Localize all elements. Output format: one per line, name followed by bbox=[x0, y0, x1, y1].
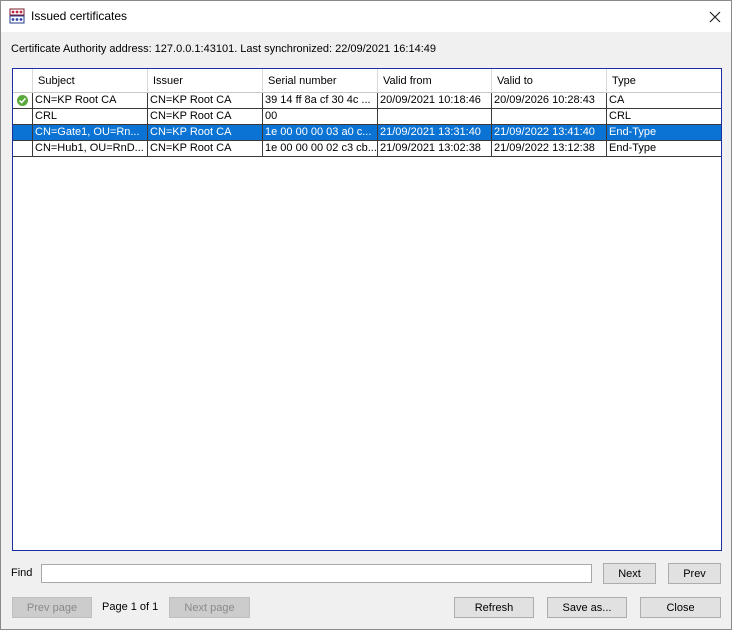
certificates-table[interactable]: Subject Issuer Serial number Valid from … bbox=[12, 68, 722, 551]
row-status-cell bbox=[13, 93, 33, 108]
table-row-selected[interactable]: CN=Gate1, OU=Rn... CN=KP Root CA 1e 00 0… bbox=[13, 125, 721, 141]
certificate-app-icon bbox=[9, 8, 25, 24]
column-header-type[interactable]: Type bbox=[607, 69, 721, 93]
save-as-button[interactable]: Save as... bbox=[547, 597, 627, 618]
column-header-serial-number[interactable]: Serial number bbox=[263, 69, 378, 93]
valid-from-cell: 20/09/2021 10:18:46 bbox=[378, 93, 492, 108]
subject-cell: CN=Hub1, OU=RnD... bbox=[33, 141, 148, 156]
table-row[interactable]: CN=KP Root CA CN=KP Root CA 39 14 ff 8a … bbox=[13, 93, 721, 109]
valid-to-cell: 21/09/2022 13:41:40 bbox=[492, 125, 607, 140]
valid-to-cell: 21/09/2022 13:12:38 bbox=[492, 141, 607, 156]
type-cell: CRL bbox=[609, 110, 632, 122]
serial-number-cell: 00 bbox=[263, 109, 378, 124]
subject-cell: CRL bbox=[33, 109, 148, 124]
check-circle-icon bbox=[17, 95, 28, 106]
serial-number-cell: 39 14 ff 8a cf 30 4c ... bbox=[263, 93, 378, 108]
find-label: Find bbox=[11, 567, 33, 579]
issuer-cell: CN=KP Root CA bbox=[148, 93, 263, 108]
row-status-cell bbox=[13, 141, 33, 156]
column-header-status[interactable] bbox=[13, 69, 33, 93]
ca-info-text: Certificate Authority address: 127.0.0.1… bbox=[11, 43, 437, 55]
serial-number-cell: 1e 00 00 00 03 a0 c... bbox=[263, 125, 378, 140]
issuer-cell: CN=KP Root CA bbox=[148, 141, 263, 156]
prev-button[interactable]: Prev bbox=[668, 563, 721, 584]
table-row[interactable]: CRL CN=KP Root CA 00 CRL bbox=[13, 109, 721, 125]
table-row[interactable]: CN=Hub1, OU=RnD... CN=KP Root CA 1e 00 0… bbox=[13, 141, 721, 157]
page-indicator: Page 1 of 1 bbox=[102, 601, 159, 613]
type-cell: End-Type bbox=[609, 126, 657, 138]
issuer-cell: CN=KP Root CA bbox=[148, 125, 263, 140]
row-status-cell bbox=[13, 125, 33, 140]
issuer-cell: CN=KP Root CA bbox=[148, 109, 263, 124]
window-close-button[interactable] bbox=[699, 1, 731, 32]
column-header-valid-to[interactable]: Valid to bbox=[492, 69, 607, 93]
valid-from-cell: 21/09/2021 13:31:40 bbox=[378, 125, 492, 140]
next-button[interactable]: Next bbox=[603, 563, 656, 584]
type-cell: CA bbox=[609, 94, 625, 106]
table-header: Subject Issuer Serial number Valid from … bbox=[13, 69, 721, 93]
title-bar: Issued certificates bbox=[1, 1, 731, 32]
type-cell: End-Type bbox=[609, 142, 657, 154]
subject-cell: CN=Gate1, OU=Rn... bbox=[33, 125, 148, 140]
refresh-button[interactable]: Refresh bbox=[454, 597, 534, 618]
row-status-cell bbox=[13, 109, 33, 124]
next-page-button[interactable]: Next page bbox=[169, 597, 250, 618]
close-button[interactable]: Close bbox=[640, 597, 721, 618]
column-header-issuer[interactable]: Issuer bbox=[148, 69, 263, 93]
valid-from-cell bbox=[378, 109, 492, 124]
find-input[interactable] bbox=[41, 564, 592, 583]
valid-from-cell: 21/09/2021 13:02:38 bbox=[378, 141, 492, 156]
column-header-valid-from[interactable]: Valid from bbox=[378, 69, 492, 93]
valid-to-cell: 20/09/2026 10:28:43 bbox=[492, 93, 607, 108]
serial-number-cell: 1e 00 00 00 02 c3 cb... bbox=[265, 141, 378, 156]
table-body: CN=KP Root CA CN=KP Root CA 39 14 ff 8a … bbox=[13, 93, 721, 157]
issued-certificates-dialog: Issued certificates Certificate Authorit… bbox=[0, 0, 732, 630]
column-header-subject[interactable]: Subject bbox=[33, 69, 148, 93]
window-title: Issued certificates bbox=[31, 9, 128, 23]
subject-cell: CN=KP Root CA bbox=[33, 93, 148, 108]
close-icon bbox=[709, 11, 721, 22]
prev-page-button[interactable]: Prev page bbox=[12, 597, 92, 618]
valid-to-cell bbox=[492, 109, 607, 124]
